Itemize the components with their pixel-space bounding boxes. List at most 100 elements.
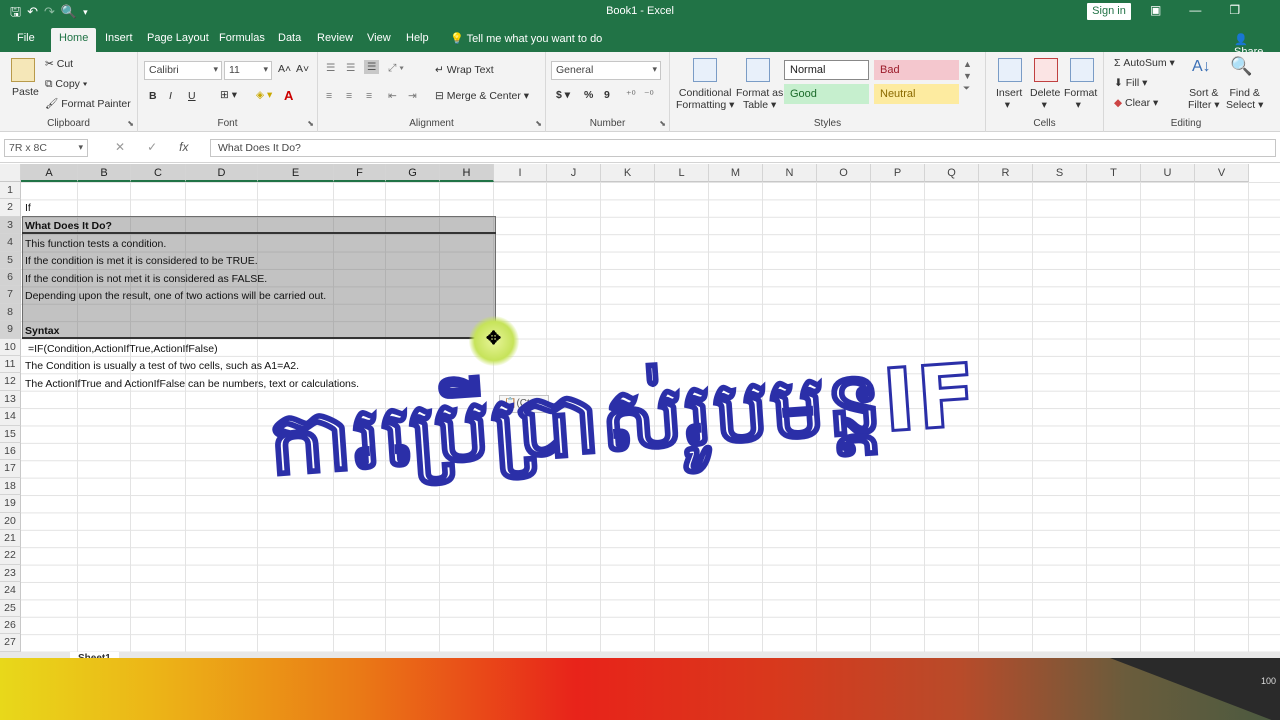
row-header-3[interactable]: 3 [0, 216, 21, 235]
decrease-decimal-icon[interactable]: ⁻⁰ [644, 89, 654, 101]
orientation-icon[interactable]: ⤢ ▾ [388, 62, 404, 75]
row-header-5[interactable]: 5 [0, 251, 21, 269]
column-header-r[interactable]: R [979, 164, 1033, 182]
row-header-18[interactable]: 18 [0, 477, 21, 496]
wrap-text-button[interactable]: ↵ Wrap Text [435, 64, 494, 76]
column-header-l[interactable]: L [655, 164, 709, 182]
cell-a6[interactable]: If the condition is not met it is consid… [25, 273, 267, 285]
align-top-icon[interactable]: ☰ [326, 62, 335, 74]
conditional-formatting-button[interactable]: Conditional Formatting ▾ [676, 87, 734, 111]
row-header-17[interactable]: 17 [0, 460, 21, 478]
number-format-select[interactable]: General ▾ [551, 61, 661, 80]
font-name-select[interactable]: Calibri ▾ [144, 61, 222, 80]
delete-cells-button[interactable]: Delete ▾ [1030, 87, 1060, 111]
row-header-26[interactable]: 26 [0, 617, 21, 635]
cell-a11[interactable]: The Condition is usually a test of two c… [25, 360, 299, 372]
row-header-2[interactable]: 2 [0, 199, 21, 217]
formula-input[interactable]: What Does It Do? [210, 139, 1276, 157]
cell-a7[interactable]: Depending upon the result, one of two ac… [25, 290, 326, 302]
clear-button[interactable]: ◆ Clear ▾ [1114, 97, 1158, 109]
sort-filter-icon[interactable]: A↓ [1192, 58, 1211, 76]
grow-font-button[interactable]: A˄ [278, 63, 291, 75]
tab-page-layout[interactable]: Page Layout [147, 32, 209, 44]
font-size-select[interactable]: 11 ▾ [224, 61, 272, 80]
currency-button[interactable]: $ ▾ [556, 89, 570, 101]
row-header-11[interactable]: 11 [0, 356, 21, 374]
column-header-d[interactable]: D [186, 164, 258, 182]
autosum-button[interactable]: Σ AutoSum ▾ [1114, 57, 1175, 69]
align-right-icon[interactable]: ≡ [366, 90, 372, 102]
row-header-14[interactable]: 14 [0, 408, 21, 426]
format-as-table-icon[interactable] [746, 58, 770, 82]
cell-a5[interactable]: If the condition is met it is considered… [25, 255, 258, 267]
row-header-13[interactable]: 13 [0, 390, 21, 409]
cell-a10[interactable]: =IF(Condition,ActionIfTrue,ActionIfFalse… [28, 343, 218, 355]
column-header-u[interactable]: U [1141, 164, 1195, 182]
clipboard-launcher-icon[interactable]: ⬊ [127, 119, 134, 128]
row-header-1[interactable]: 1 [0, 182, 21, 200]
column-header-t[interactable]: T [1087, 164, 1141, 182]
style-bad[interactable]: Bad [874, 60, 959, 80]
decrease-indent-icon[interactable]: ⇤ [388, 90, 397, 102]
number-launcher-icon[interactable]: ⬊ [659, 119, 666, 128]
name-box[interactable]: 7R x 8C ▾ [4, 139, 88, 157]
cell-a2[interactable]: If [25, 202, 31, 214]
increase-decimal-icon[interactable]: ⁺⁰ [626, 89, 636, 101]
format-painter-button[interactable]: 🖌 Format Painter [45, 97, 131, 110]
find-icon[interactable]: 🔍 [1230, 56, 1252, 77]
sign-in-button[interactable]: Sign in [1087, 3, 1131, 20]
row-header-7[interactable]: 7 [0, 286, 21, 304]
copy-button[interactable]: ⧉ Copy ▾ [45, 78, 87, 91]
underline-button[interactable]: U [188, 90, 196, 102]
column-header-f[interactable]: F [334, 164, 386, 182]
comma-button[interactable]: 9 [604, 89, 610, 101]
shrink-font-button[interactable]: A˅ [296, 63, 309, 75]
tab-formulas[interactable]: Formulas [219, 32, 265, 44]
column-header-h[interactable]: H [440, 164, 494, 182]
increase-indent-icon[interactable]: ⇥ [408, 90, 417, 102]
select-all-corner[interactable] [0, 164, 21, 182]
align-middle-icon[interactable]: ☰ [346, 62, 355, 74]
row-header-21[interactable]: 21 [0, 530, 21, 548]
italic-button[interactable]: I [169, 90, 172, 102]
align-left-icon[interactable]: ≡ [326, 90, 332, 102]
borders-icon[interactable]: ⊞ ▾ [220, 89, 237, 101]
row-header-27[interactable]: 27 [0, 634, 21, 652]
minimize-icon[interactable]: — [1189, 3, 1201, 17]
font-color-icon[interactable]: A [284, 88, 293, 103]
row-header-4[interactable]: 4 [0, 234, 21, 252]
column-header-v[interactable]: V [1195, 164, 1249, 182]
insert-function-icon[interactable]: fx [179, 140, 188, 154]
row-header-20[interactable]: 20 [0, 512, 21, 530]
sort-filter-button[interactable]: Sort & Filter ▾ [1188, 87, 1220, 111]
cell-a3[interactable]: What Does It Do? [25, 220, 112, 232]
zoom-level[interactable]: 100 [1261, 676, 1276, 686]
enter-icon[interactable]: ✓ [147, 140, 157, 154]
column-header-c[interactable]: C [131, 164, 186, 182]
styles-gallery-scroll-icon[interactable]: ▲ ▼ ⏷ [963, 58, 972, 94]
find-select-button[interactable]: Find & Select ▾ [1226, 87, 1263, 111]
row-header-9[interactable]: 9 [0, 321, 21, 339]
tab-view[interactable]: View [367, 32, 391, 44]
row-header-6[interactable]: 6 [0, 269, 21, 287]
cell-a9[interactable]: Syntax [25, 325, 59, 337]
alignment-launcher-icon[interactable]: ⬊ [535, 119, 542, 128]
paste-icon[interactable] [11, 58, 35, 82]
column-header-q[interactable]: Q [925, 164, 979, 182]
format-cells-button[interactable]: Format ▾ [1064, 87, 1097, 111]
column-header-i[interactable]: I [494, 164, 547, 182]
style-normal[interactable]: Normal [784, 60, 869, 80]
ribbon-display-icon[interactable]: ▣ [1150, 3, 1161, 17]
tab-insert[interactable]: Insert [105, 32, 133, 44]
column-header-a[interactable]: A [21, 164, 78, 182]
row-header-22[interactable]: 22 [0, 547, 21, 565]
align-bottom-icon[interactable]: ☰ [364, 60, 380, 74]
font-launcher-icon[interactable]: ⬊ [307, 119, 314, 128]
tab-file[interactable]: File [17, 32, 35, 44]
column-header-k[interactable]: K [601, 164, 655, 182]
row-header-10[interactable]: 10 [0, 338, 21, 356]
row-header-8[interactable]: 8 [0, 303, 21, 322]
column-header-b[interactable]: B [78, 164, 131, 182]
tab-help[interactable]: Help [406, 32, 429, 44]
column-header-o[interactable]: O [817, 164, 871, 182]
